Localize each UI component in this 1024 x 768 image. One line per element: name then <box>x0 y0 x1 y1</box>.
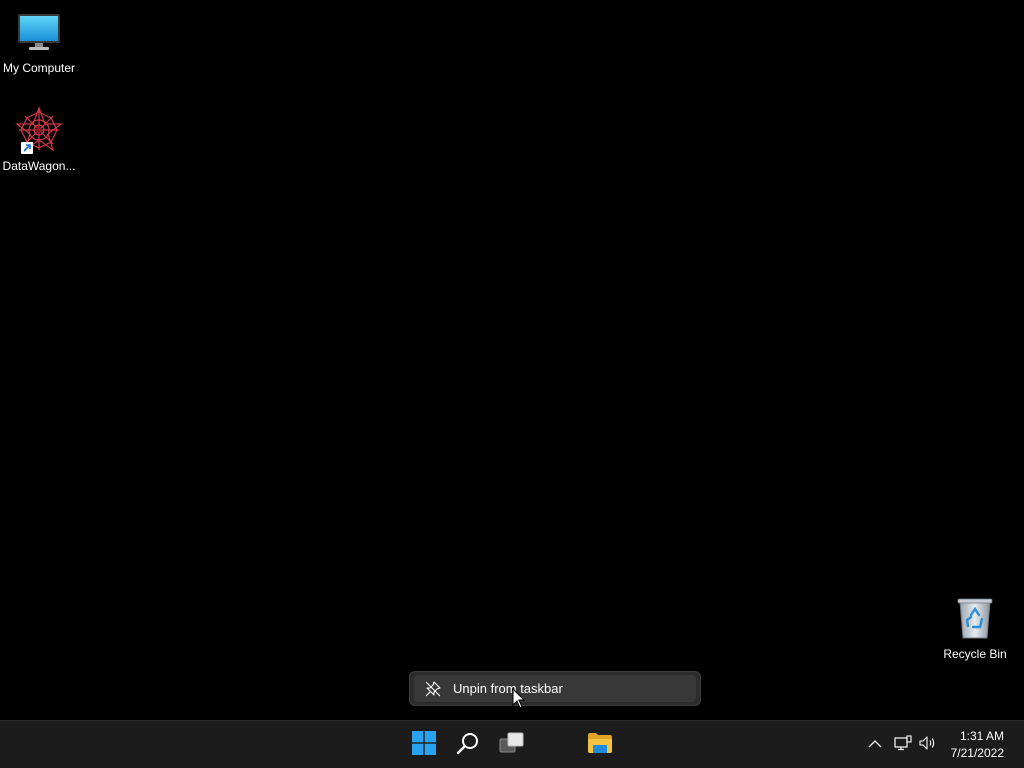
show-hidden-icons-button[interactable] <box>864 733 886 757</box>
desktop-icon-recycle-bin[interactable]: Recycle Bin <box>936 594 1014 661</box>
volume-icon <box>919 735 937 756</box>
recycle-bin-icon <box>951 594 999 642</box>
volume-button[interactable] <box>917 733 939 757</box>
start-button[interactable] <box>404 725 444 765</box>
task-view-icon <box>499 731 525 760</box>
network-button[interactable] <box>892 733 914 757</box>
windows-start-icon <box>412 730 436 760</box>
taskbar-context-menu: Unpin from taskbar <box>409 671 701 706</box>
file-explorer-button[interactable] <box>580 725 620 765</box>
datawagon-app-icon <box>15 106 63 154</box>
taskbar: 1:31 AM 7/21/2022 <box>0 720 1024 768</box>
network-icon <box>894 734 912 756</box>
task-view-button[interactable] <box>492 725 532 765</box>
desktop-icon-datawagon[interactable]: DataWagon... <box>0 106 78 173</box>
desktop-icon-label: Recycle Bin <box>943 647 1007 661</box>
menu-item-unpin-from-taskbar[interactable]: Unpin from taskbar <box>414 675 696 702</box>
folder-icon <box>587 732 613 759</box>
desktop[interactable]: My Computer DataWagon... Recycle Bin <box>0 0 1024 720</box>
desktop-icon-label: DataWagon... <box>2 159 76 173</box>
search-button[interactable] <box>448 725 488 765</box>
search-icon <box>456 731 480 760</box>
monitor-icon <box>15 8 63 56</box>
menu-item-label: Unpin from taskbar <box>453 681 563 696</box>
desktop-icon-label: My Computer <box>2 61 76 75</box>
clock-date: 7/21/2022 <box>950 746 1004 760</box>
shortcut-arrow-icon <box>21 142 33 154</box>
unpin-icon <box>424 680 442 698</box>
chevron-up-icon <box>868 736 882 754</box>
clock-time: 1:31 AM <box>959 729 1004 743</box>
desktop-icon-my-computer[interactable]: My Computer <box>0 8 78 75</box>
clock[interactable]: 1:31 AM 7/21/2022 <box>944 727 1010 763</box>
